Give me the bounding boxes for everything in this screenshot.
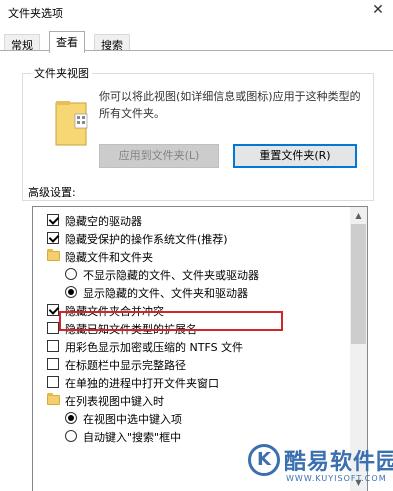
list-item-label: 在单独的进程中打开文件夹窗口 — [65, 377, 219, 390]
watermark-url: WWW.KUYISOFT.COM — [286, 474, 387, 483]
list-item: 隐藏文件和文件夹 — [33, 247, 351, 265]
folder-views-group: 文件夹视图 你可以将此视图(如详细信息或图标)应用于这种类型的所有文件夹。 应用… — [22, 65, 374, 201]
close-button[interactable]: ✕ — [363, 0, 393, 22]
title-bar: 文件夹选项 ✕ — [0, 0, 393, 26]
list-item-label: 显示隐藏的文件、文件夹和驱动器 — [83, 287, 248, 300]
folder-views-icon — [55, 101, 88, 146]
window-title: 文件夹选项 — [8, 7, 63, 20]
list-item-label: 不显示隐藏的文件、文件夹或驱动器 — [83, 269, 259, 282]
list-item[interactable]: 显示隐藏的文件、文件夹和驱动器 — [33, 283, 351, 301]
advanced-settings-label: 高级设置: — [28, 186, 76, 199]
radio-button[interactable] — [65, 430, 77, 442]
tab-panel-view: 文件夹视图 你可以将此视图(如详细信息或图标)应用于这种类型的所有文件夹。 应用… — [0, 50, 393, 491]
list-item-label: 在列表视图中键入时 — [65, 395, 164, 408]
radio-button[interactable] — [65, 268, 77, 280]
list-item-label: 隐藏受保护的操作系统文件(推荐) — [65, 233, 228, 246]
list-item-label: 自动键入"搜索"框中 — [83, 431, 182, 444]
scroll-up-arrow-icon[interactable]: ▲ — [350, 207, 367, 224]
list-item-label: 在视图中选中键入项 — [83, 413, 182, 426]
list-item[interactable]: 隐藏空的驱动器 — [33, 211, 351, 229]
scroll-thumb[interactable] — [351, 224, 366, 344]
highlight-box — [59, 311, 283, 331]
tab-view[interactable]: 查看 — [49, 31, 85, 53]
list-item[interactable]: 隐藏受保护的操作系统文件(推荐) — [33, 229, 351, 247]
checkbox[interactable] — [47, 322, 59, 334]
folder-views-description: 你可以将此视图(如详细信息或图标)应用于这种类型的所有文件夹。 — [99, 90, 361, 120]
folder-icon — [47, 393, 60, 405]
folder-views-label: 文件夹视图 — [31, 65, 92, 81]
tab-strip: 常规 查看 搜索 — [0, 31, 393, 53]
list-item[interactable]: 在标题栏中显示完整路径 — [33, 355, 351, 373]
checkbox[interactable] — [47, 358, 59, 370]
list-item-label: 隐藏文件和文件夹 — [65, 251, 153, 264]
folder-icon — [47, 249, 60, 261]
list-item-label: 隐藏空的驱动器 — [65, 215, 142, 228]
checkbox[interactable] — [47, 304, 59, 316]
list-item[interactable]: 用彩色显示加密或压缩的 NTFS 文件 — [33, 337, 351, 355]
checkbox[interactable] — [47, 232, 59, 244]
list-item[interactable]: 不显示隐藏的文件、文件夹或驱动器 — [33, 265, 351, 283]
list-item: 在列表视图中键入时 — [33, 391, 351, 409]
radio-button[interactable] — [65, 412, 77, 424]
checkbox[interactable] — [47, 214, 59, 226]
list-item[interactable]: 在单独的进程中打开文件夹窗口 — [33, 373, 351, 391]
watermark-logo: K — [248, 444, 280, 476]
watermark-text: 酷易软件园 — [284, 450, 393, 475]
list-item-label: 用彩色显示加密或压缩的 NTFS 文件 — [65, 341, 244, 354]
checkbox[interactable] — [47, 340, 59, 352]
apply-to-folders-button[interactable]: 应用到文件夹(L) — [99, 144, 219, 168]
list-item-label: 在标题栏中显示完整路径 — [65, 359, 186, 372]
watermark: K 酷易软件园 WWW.KUYISOFT.COM — [248, 442, 393, 491]
checkbox[interactable] — [47, 376, 59, 388]
list-item[interactable]: 在视图中选中键入项 — [33, 409, 351, 427]
radio-button[interactable] — [65, 286, 77, 298]
reset-folders-button[interactable]: 重置文件夹(R) — [233, 144, 357, 168]
